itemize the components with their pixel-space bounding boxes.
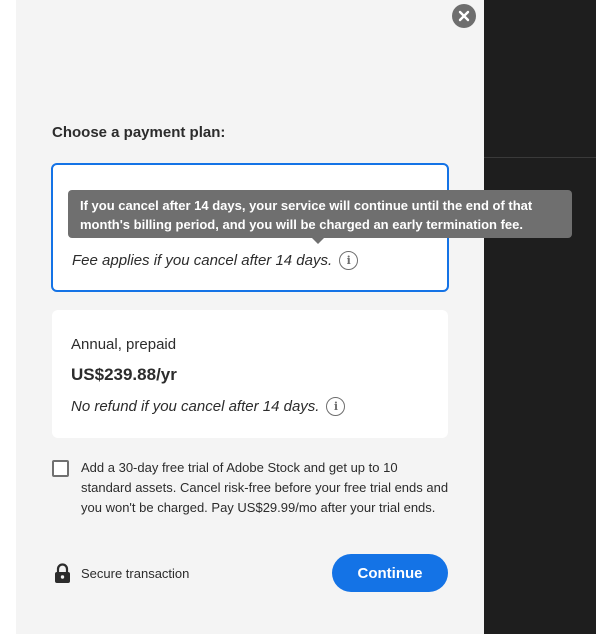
info-icon[interactable]: i [339,251,359,270]
stock-trial-label: Add a 30-day free trial of Adobe Stock a… [81,460,449,515]
plan-note-text: Fee applies if you cancel after 14 days. [72,252,333,269]
stock-trial-checkbox[interactable] [52,460,69,477]
plan-card-annual[interactable]: Annual, prepaid US$239.88/yr No refund i… [52,310,448,438]
plan-name: Annual, prepaid [71,336,177,353]
background-divider [484,157,596,158]
continue-button[interactable]: Continue [332,554,448,592]
close-icon [458,10,470,22]
left-background [0,0,16,634]
plan-note: No refund if you cancel after 14 days. i [71,397,346,416]
plan-note-text: No refund if you cancel after 14 days. [71,398,320,415]
secure-transaction-label: Secure transaction [81,566,190,581]
tooltip: If you cancel after 14 days, your servic… [68,190,572,238]
plan-note: Fee applies if you cancel after 14 days.… [72,251,359,270]
plan-price: US$239.88/yr [71,365,177,384]
page-title: Choose a payment plan: [52,124,226,141]
close-button[interactable] [452,4,476,28]
background-page [484,0,596,634]
tooltip-arrow [312,238,324,244]
info-icon[interactable]: i [326,397,346,416]
lock-icon [55,563,70,583]
